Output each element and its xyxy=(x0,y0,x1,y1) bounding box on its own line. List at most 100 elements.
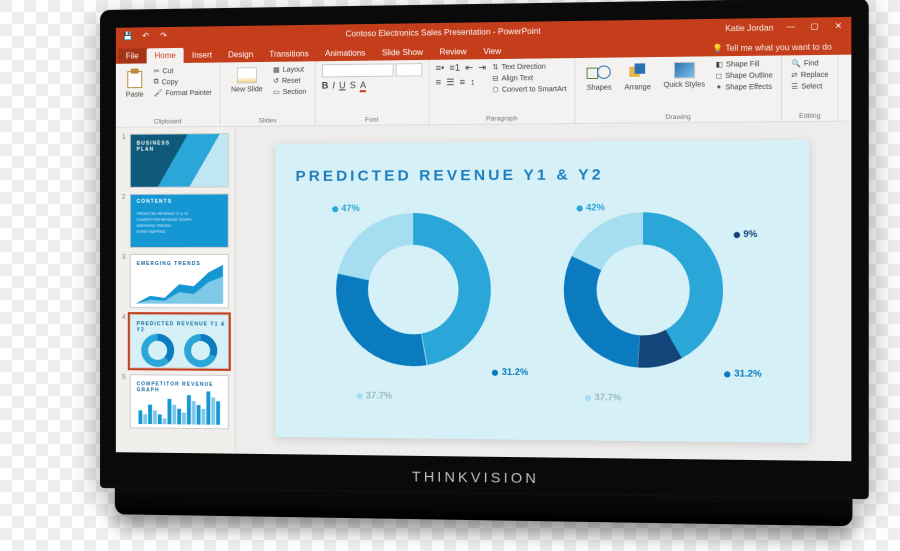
tab-design[interactable]: Design xyxy=(220,47,261,63)
donut-mini-icon xyxy=(184,333,218,367)
paste-button[interactable]: Paste xyxy=(122,66,148,100)
arrange-button[interactable]: Arrange xyxy=(620,60,655,93)
tab-review[interactable]: Review xyxy=(431,44,475,60)
tab-home[interactable]: Home xyxy=(147,48,184,64)
shape-fill-label: Shape Fill xyxy=(726,60,759,68)
current-slide[interactable]: PREDICTED REVENUE Y1 & Y2 47% 37.7% xyxy=(275,140,809,443)
tab-file[interactable]: File xyxy=(118,48,147,63)
group-font: B I U S A Font xyxy=(316,60,430,125)
ribbon-body: Paste ✂ Cut ⧉ Copy 🖌 Format Painter Clip… xyxy=(116,55,852,128)
format-painter-button[interactable]: 🖌 Format Painter xyxy=(152,88,214,99)
donut-chart-y2: 42% 9% 37.7% 31.2% xyxy=(553,202,755,410)
quick-styles-button[interactable]: Quick Styles xyxy=(659,59,709,93)
new-slide-button[interactable]: New Slide xyxy=(227,65,267,98)
minimize-icon[interactable]: — xyxy=(784,21,797,34)
align-text-label: Align Text xyxy=(502,75,534,83)
replace-button[interactable]: ⇄ Replace xyxy=(789,70,831,81)
group-clipboard: Paste ✂ Cut ⧉ Copy 🖌 Format Painter Clip… xyxy=(116,62,221,126)
paste-label: Paste xyxy=(126,92,144,99)
d1-label-a: 47% xyxy=(341,203,359,213)
close-icon[interactable]: ✕ xyxy=(832,20,845,33)
d2-label-b: 9% xyxy=(743,229,757,239)
copy-button[interactable]: ⧉ Copy xyxy=(152,77,214,88)
bar-chart-icon xyxy=(131,375,228,429)
convert-smartart-button[interactable]: ⬡ Convert to SmartArt xyxy=(490,84,568,95)
slide-title: PREDICTED REVENUE Y1 & Y2 xyxy=(296,165,788,185)
find-label: Find xyxy=(804,60,819,67)
tab-transitions[interactable]: Transitions xyxy=(261,46,317,62)
tab-insert[interactable]: Insert xyxy=(184,47,220,63)
area-chart-icon xyxy=(131,255,228,308)
redo-icon[interactable]: ↷ xyxy=(158,30,170,42)
tab-slideshow[interactable]: Slide Show xyxy=(374,45,432,61)
layout-label: Layout xyxy=(283,66,304,73)
monitor-brand: THINKVISION xyxy=(412,468,539,486)
donut-chart-y1: 47% 37.7% 31.2% xyxy=(326,202,522,407)
group-drawing-label: Drawing xyxy=(582,113,775,122)
align-left-button[interactable]: ≡ xyxy=(435,77,440,88)
bullets-button[interactable]: ≡• xyxy=(435,63,444,74)
align-text-button[interactable]: ⊟ Align Text xyxy=(490,73,568,84)
copy-label: Copy xyxy=(162,79,178,86)
maximize-icon[interactable]: ▢ xyxy=(808,20,821,33)
reset-button[interactable]: ↺ Reset xyxy=(271,76,309,87)
group-slides-label: Slides xyxy=(227,117,308,125)
autosave-icon[interactable]: 💾 xyxy=(122,31,134,43)
tab-view[interactable]: View xyxy=(475,43,510,59)
select-label: Select xyxy=(801,83,822,91)
shape-effects-label: Shape Effects xyxy=(725,83,772,91)
layout-button[interactable]: ▦ Layout xyxy=(271,64,309,75)
indent-inc-button[interactable]: ⇥ xyxy=(478,62,486,73)
cut-button[interactable]: ✂ Cut xyxy=(152,66,214,77)
line-spacing-button[interactable]: ↕ xyxy=(470,77,475,88)
arrange-icon xyxy=(628,62,647,81)
numbering-button[interactable]: ≡1 xyxy=(449,63,460,74)
font-size-select[interactable] xyxy=(395,63,422,77)
convert-smartart-label: Convert to SmartArt xyxy=(502,85,567,93)
shape-outline-button[interactable]: ◻ Shape Outline xyxy=(714,70,775,81)
shape-fill-button[interactable]: ◧ Shape Fill xyxy=(714,59,775,70)
new-slide-icon xyxy=(237,67,257,83)
section-button[interactable]: ▭ Section xyxy=(271,87,309,98)
d1-label-b: 37.7% xyxy=(366,390,392,400)
reset-label: Reset xyxy=(282,77,301,84)
shape-effects-button[interactable]: ✦ Shape Effects xyxy=(714,82,775,93)
underline-button[interactable]: U xyxy=(339,80,346,92)
slide-canvas-area[interactable]: PREDICTED REVENUE Y1 & Y2 47% 37.7% xyxy=(236,122,852,462)
thumb-slide-1[interactable]: BUSINESSPLAN xyxy=(130,133,229,188)
strike-button[interactable]: S xyxy=(350,80,356,92)
font-color-button[interactable]: A xyxy=(360,80,366,92)
d2-label-d: 31.2% xyxy=(734,368,761,379)
tell-me-label: Tell me what you want to do xyxy=(725,42,831,53)
thumb2-title: CONTENTS xyxy=(137,199,172,205)
thumb-slide-4[interactable]: PREDICTED REVENUE Y1 & Y2 xyxy=(130,314,229,369)
font-family-select[interactable] xyxy=(322,63,394,77)
thumb-number: 1 xyxy=(122,134,126,188)
thumb-slide-5[interactable]: COMPETITOR REVENUE GRAPH xyxy=(130,374,229,429)
thumb-slide-3[interactable]: EMERGING TRENDS xyxy=(130,254,229,308)
align-right-button[interactable]: ≡ xyxy=(460,77,465,88)
paste-icon xyxy=(126,68,144,88)
indent-dec-button[interactable]: ⇤ xyxy=(465,62,473,73)
shapes-button[interactable]: Shapes xyxy=(582,61,616,94)
align-center-button[interactable]: ☰ xyxy=(446,77,454,88)
bold-button[interactable]: B xyxy=(322,80,329,92)
italic-button[interactable]: I xyxy=(332,80,335,92)
shape-outline-label: Shape Outline xyxy=(725,72,773,80)
tab-animations[interactable]: Animations xyxy=(317,45,374,61)
cut-label: Cut xyxy=(163,68,174,75)
find-button[interactable]: 🔍 Find xyxy=(789,58,831,69)
account-name[interactable]: Katie Jordan xyxy=(725,23,773,33)
replace-label: Replace xyxy=(801,71,829,79)
thumbnail-1: 1 BUSINESSPLAN xyxy=(122,133,229,188)
select-button[interactable]: ☰ Select xyxy=(789,81,831,92)
undo-icon[interactable]: ↶ xyxy=(140,30,152,42)
thumb-number: 2 xyxy=(122,194,126,248)
quick-styles-icon xyxy=(674,62,695,79)
workspace: 1 BUSINESSPLAN 2 CONTENTS PREDICTED REVE… xyxy=(116,122,852,462)
thumb-slide-2[interactable]: CONTENTS PREDICTED REVENUE Y1 & Y2 COMPE… xyxy=(130,193,229,248)
shapes-icon xyxy=(586,63,611,82)
text-direction-button[interactable]: ⇅ Text Direction xyxy=(490,61,568,72)
tell-me-search[interactable]: 💡 Tell me what you want to do xyxy=(704,39,841,56)
shapes-label: Shapes xyxy=(587,84,612,91)
